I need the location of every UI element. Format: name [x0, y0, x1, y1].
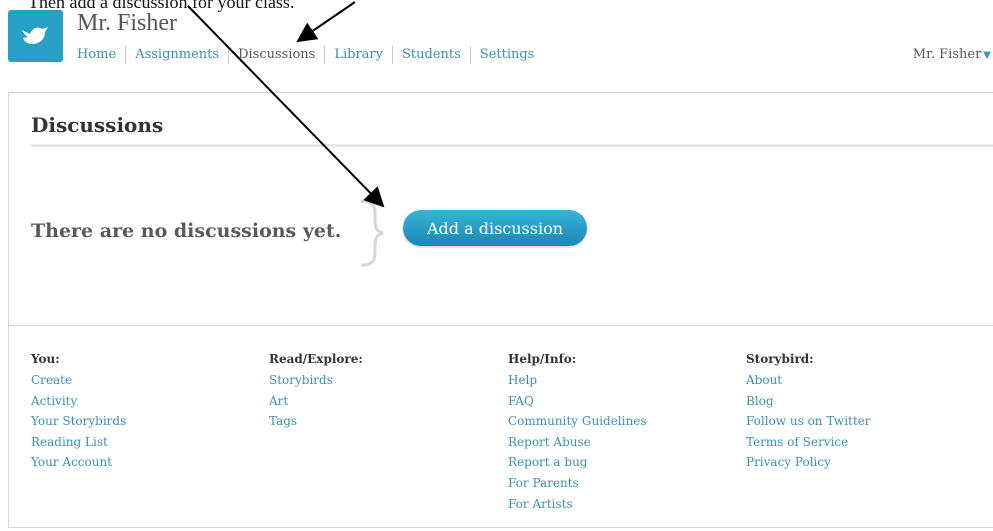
footer-heading: Help/Info: [508, 352, 577, 366]
brace-divider-icon [360, 199, 384, 267]
footer-heading: Read/Explore: [269, 352, 363, 366]
user-menu[interactable]: Mr. Fisher ▼ [913, 47, 991, 62]
footer-heading: You: [31, 352, 60, 366]
bird-icon [22, 27, 48, 44]
footer-link-follow-twitter[interactable]: Follow us on Twitter [746, 411, 976, 432]
footer-column-help-info: Help/Info: Help FAQ Community Guidelines… [508, 349, 738, 514]
discussions-panel: Discussions There are no discussions yet… [8, 92, 993, 528]
nav-home[interactable]: Home [77, 46, 125, 64]
footer-link-privacy[interactable]: Privacy Policy [746, 452, 976, 473]
chevron-down-icon: ▼ [983, 50, 991, 61]
footer-column-read-explore: Read/Explore: Storybirds Art Tags [269, 349, 499, 432]
footer-link-storybirds[interactable]: Storybirds [269, 370, 499, 391]
footer-link-for-parents[interactable]: For Parents [508, 473, 738, 494]
footer-link-report-bug[interactable]: Report a bug [508, 452, 738, 473]
nav-discussions[interactable]: Discussions [228, 46, 324, 64]
footer-link-activity[interactable]: Activity [31, 391, 261, 412]
footer-link-create[interactable]: Create [31, 370, 261, 391]
footer-column-storybird: Storybird: About Blog Follow us on Twitt… [746, 349, 976, 473]
nav-assignments[interactable]: Assignments [125, 46, 228, 64]
nav-students[interactable]: Students [391, 46, 470, 64]
footer-link-report-abuse[interactable]: Report Abuse [508, 432, 738, 453]
arrow-to-discussions-tab [296, 1, 356, 43]
footer-column-you: You: Create Activity Your Storybirds Rea… [31, 349, 261, 473]
footer-link-community-guidelines[interactable]: Community Guidelines [508, 411, 738, 432]
page-title: Discussions [31, 113, 164, 137]
footer-link-about[interactable]: About [746, 370, 976, 391]
title-divider [31, 144, 993, 147]
footer-link-art[interactable]: Art [269, 391, 499, 412]
footer-link-faq[interactable]: FAQ [508, 391, 738, 412]
footer-link-your-account[interactable]: Your Account [31, 452, 261, 473]
footer-link-terms[interactable]: Terms of Service [746, 432, 976, 453]
nav-settings[interactable]: Settings [469, 46, 544, 64]
nav-library[interactable]: Library [324, 46, 392, 64]
storybird-logo[interactable] [8, 10, 63, 62]
footer-link-for-artists[interactable]: For Artists [508, 494, 738, 515]
user-name: Mr. Fisher [912, 47, 982, 62]
footer-heading: Storybird: [746, 352, 814, 366]
add-discussion-button[interactable]: Add a discussion [403, 210, 587, 246]
empty-state-message: There are no discussions yet. [31, 220, 342, 242]
footer-link-tags[interactable]: Tags [269, 411, 499, 432]
footer-link-help[interactable]: Help [508, 370, 738, 391]
footer-divider [9, 325, 993, 326]
footer-link-reading-list[interactable]: Reading List [31, 432, 261, 453]
footer-link-blog[interactable]: Blog [746, 391, 976, 412]
main-nav: Home Assignments Discussions Library Stu… [77, 46, 543, 64]
page-owner-title: Mr. Fisher [77, 10, 178, 36]
footer-link-your-storybirds[interactable]: Your Storybirds [31, 411, 261, 432]
